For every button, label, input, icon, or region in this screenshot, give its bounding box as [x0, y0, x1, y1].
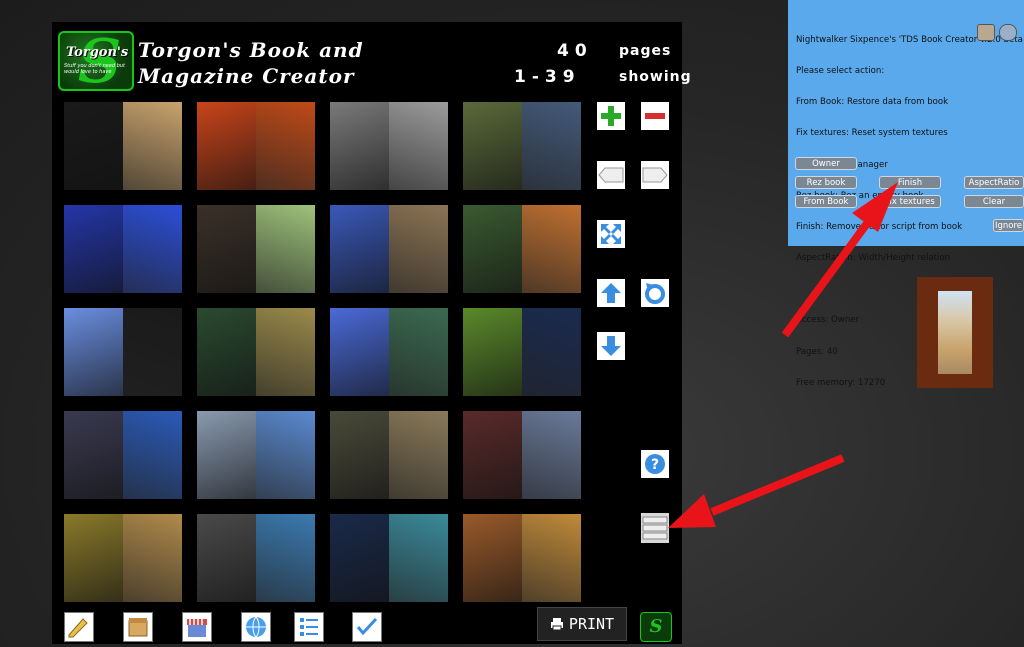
arrow-to-menu-button: [668, 454, 845, 528]
arrow-to-finish-button: [781, 182, 898, 338]
annotation-arrows: [668, 182, 898, 528]
